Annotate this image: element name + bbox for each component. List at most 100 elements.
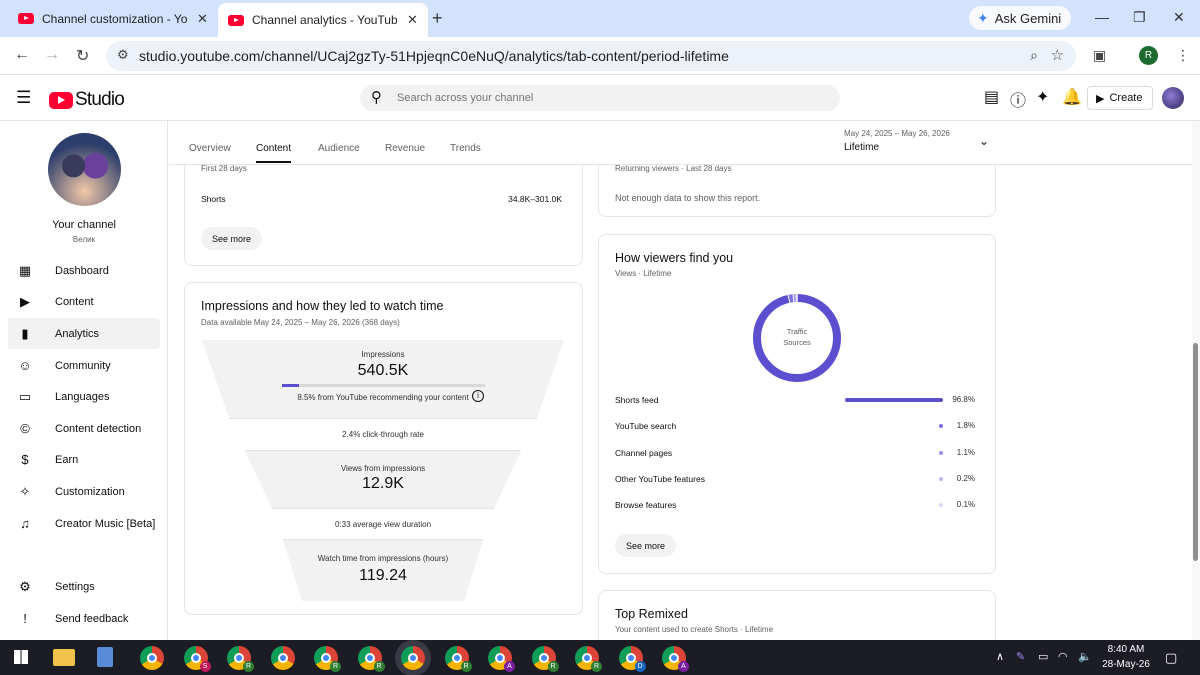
sparkle-icon[interactable]: ✦ xyxy=(1036,87,1049,107)
traffic-source-name: Other YouTube features xyxy=(615,474,705,484)
chrome-icon[interactable]: R xyxy=(575,646,602,672)
notifications-icon[interactable]: 🔔 xyxy=(1062,87,1082,107)
clock-time[interactable]: 8:40 AM xyxy=(1103,644,1149,655)
browser-tab-analytics[interactable]: Channel analytics - YouTube Studio ✕ xyxy=(218,3,428,37)
chrome-icon[interactable]: R xyxy=(314,646,341,672)
close-window-icon[interactable]: ✕ xyxy=(1173,9,1185,26)
chevron-down-icon[interactable]: ⌄ xyxy=(979,134,989,148)
see-more-button[interactable]: See more xyxy=(201,227,263,250)
address-bar[interactable]: ⚙ studio.youtube.com/channel/UCaj2gzTy-5… xyxy=(106,41,1076,71)
sidebar-item-label: Community xyxy=(55,359,111,372)
volume-icon[interactable]: 🔈 xyxy=(1078,650,1092,663)
chrome-icon[interactable] xyxy=(401,646,425,670)
scrollbar-thumb[interactable] xyxy=(1193,343,1198,561)
chrome-menu-icon[interactable]: ⋮ xyxy=(1176,47,1190,64)
studio-logo-text: Studio xyxy=(75,89,125,110)
sidebar-item-community[interactable]: ☺ Community xyxy=(8,350,160,381)
chrome-icon[interactable]: A xyxy=(488,646,515,672)
calculator-icon[interactable] xyxy=(96,647,113,667)
forward-icon[interactable]: → xyxy=(44,46,60,64)
url-text[interactable]: studio.youtube.com/channel/UCaj2gzTy-51H… xyxy=(139,48,729,64)
tab-revenue[interactable]: Revenue xyxy=(385,143,425,154)
channel-avatar[interactable] xyxy=(48,133,121,206)
file-explorer-icon[interactable] xyxy=(53,649,75,666)
youtube-favicon-icon xyxy=(228,14,244,26)
traffic-source-bar xyxy=(939,451,943,455)
close-tab-icon[interactable]: ✕ xyxy=(407,12,418,28)
site-info-icon[interactable]: ⚙ xyxy=(117,47,129,63)
studio-header: ☰ Studio ⚲ ▤ ⓘ ✦ 🔔 ▶ Create xyxy=(0,75,1200,121)
battery-icon[interactable]: ▭ xyxy=(1038,650,1048,663)
create-button[interactable]: ▶ Create xyxy=(1087,86,1153,110)
date-range-text[interactable]: May 24, 2025 – May 26, 2026 xyxy=(844,129,950,138)
sidebar-item-analytics[interactable]: ▮ Analytics xyxy=(8,318,160,349)
chrome-icon[interactable] xyxy=(140,646,164,670)
account-avatar[interactable] xyxy=(1162,87,1184,109)
traffic-source-bar xyxy=(939,477,943,481)
page-scrollbar[interactable] xyxy=(1192,121,1200,640)
info-icon[interactable]: i xyxy=(472,390,484,402)
chrome-icon[interactable]: R xyxy=(531,646,559,672)
chrome-icon[interactable]: R xyxy=(444,646,472,672)
shorts-views-card: First 28 days Shorts 34.8K–301.0K See mo… xyxy=(184,151,583,266)
traffic-source-percent: 1.8% xyxy=(956,421,975,430)
tab-audience[interactable]: Audience xyxy=(318,143,360,154)
notification-center-icon[interactable]: ▢ xyxy=(1165,650,1177,666)
active-tab-indicator xyxy=(256,161,291,163)
sidebar-item-label: Content xyxy=(55,295,94,308)
clock-date[interactable]: 28-May-26 xyxy=(1097,659,1155,670)
close-tab-icon[interactable]: ✕ xyxy=(197,11,208,27)
profile-badge: R xyxy=(330,661,341,672)
studio-logo[interactable]: Studio xyxy=(49,89,125,111)
chrome-icon[interactable] xyxy=(270,646,295,670)
help-icon[interactable]: ⓘ xyxy=(1010,87,1026,111)
messages-icon[interactable]: ▤ xyxy=(984,87,999,107)
tray-overflow-icon[interactable]: ∧ xyxy=(996,650,1004,663)
chrome-icon[interactable]: S xyxy=(183,646,211,672)
chrome-icon[interactable]: D xyxy=(618,646,646,672)
new-tab-button[interactable]: + xyxy=(432,8,443,29)
sidebar-item-label: Content detection xyxy=(55,422,142,435)
period-label: First 28 days xyxy=(201,164,247,173)
pen-icon[interactable]: ✎ xyxy=(1016,650,1025,663)
menu-icon[interactable]: ☰ xyxy=(16,88,31,108)
channel-search[interactable]: ⚲ xyxy=(360,85,840,111)
chrome-icon[interactable]: A xyxy=(662,646,689,672)
sidebar-item-customization[interactable]: ✧ Customization xyxy=(8,476,160,507)
minimize-icon[interactable]: — xyxy=(1095,9,1109,25)
back-icon[interactable]: ← xyxy=(14,46,30,64)
tab-overview[interactable]: Overview xyxy=(189,143,231,154)
profile-avatar[interactable]: R xyxy=(1139,46,1158,65)
traffic-source-bar xyxy=(939,424,943,428)
see-more-button[interactable]: See more xyxy=(615,534,677,557)
profile-badge: A xyxy=(504,661,515,672)
tab-content[interactable]: Content xyxy=(256,143,291,154)
sidebar-item-content-detection[interactable]: © Content detection xyxy=(8,413,160,444)
zoom-icon[interactable]: ⌕ xyxy=(1030,47,1038,64)
search-input[interactable] xyxy=(397,89,817,107)
profile-badge: R xyxy=(547,661,559,672)
reload-icon[interactable]: ↻ xyxy=(76,46,89,66)
tab-trends[interactable]: Trends xyxy=(450,143,481,154)
sidebar-item-send-feedback[interactable]: ! Send feedback xyxy=(8,603,160,634)
bookmark-star-icon[interactable]: ☆ xyxy=(1051,46,1064,64)
chrome-icon[interactable]: R xyxy=(357,646,385,672)
windows-start-icon[interactable] xyxy=(14,650,28,664)
date-range-label[interactable]: Lifetime xyxy=(844,142,879,153)
sidebar-item-content[interactable]: ▶ Content xyxy=(8,286,160,317)
sidebar-item-creator-music[interactable]: ♫ Creator Music [Beta] xyxy=(8,508,160,539)
browser-tab-customization[interactable]: Channel customization - YouTube ✕ xyxy=(8,4,218,33)
ask-gemini-button[interactable]: ✦ Ask Gemini xyxy=(969,6,1072,30)
tab-search-icon[interactable]: ▣ xyxy=(1093,47,1106,64)
sidebar-item-dashboard[interactable]: ▦ Dashboard xyxy=(8,255,160,286)
sidebar-item-earn[interactable]: $ Earn xyxy=(8,444,160,475)
sidebar-item-settings[interactable]: ⚙ Settings xyxy=(8,571,160,602)
sidebar-item-label: Earn xyxy=(55,453,79,466)
restore-icon[interactable]: ❐ xyxy=(1133,9,1146,26)
chrome-icon[interactable]: R xyxy=(227,646,254,672)
sidebar-item-languages[interactable]: ▭ Languages xyxy=(8,381,160,412)
traffic-source-row: Other YouTube features 0.2% xyxy=(615,474,979,488)
wifi-icon[interactable]: ◠ xyxy=(1058,650,1068,663)
profile-badge: R xyxy=(243,661,254,672)
copyright-icon: © xyxy=(20,421,30,436)
